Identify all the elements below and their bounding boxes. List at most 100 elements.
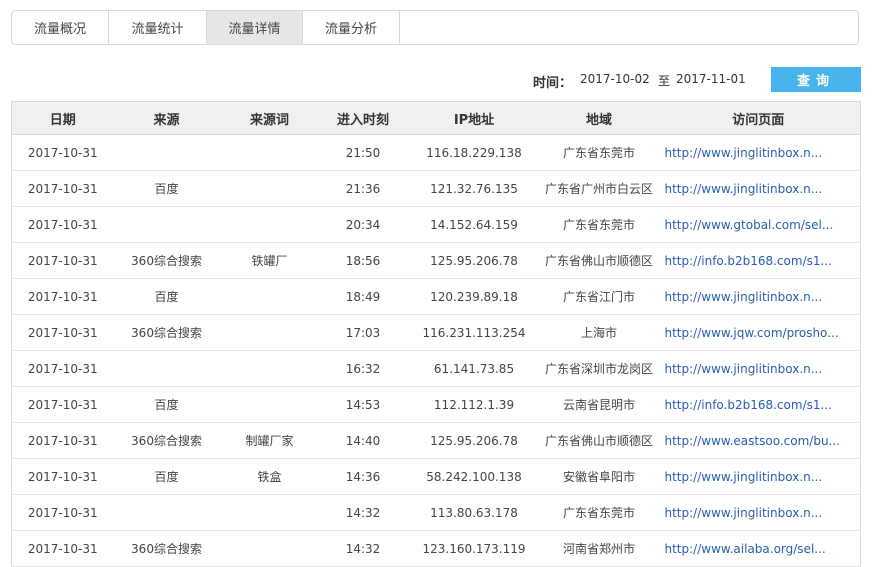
cell-ip: 61.141.73.85 xyxy=(406,350,542,387)
cell-source xyxy=(113,206,220,243)
cell-entry-time: 18:56 xyxy=(319,242,407,279)
cell-source: 360综合搜索 xyxy=(113,314,220,351)
cell-date: 2017-10-31 xyxy=(11,386,114,423)
cell-date: 2017-10-31 xyxy=(11,278,114,315)
cell-region: 广东省东莞市 xyxy=(541,494,657,531)
cell-ip: 112.112.1.39 xyxy=(406,386,542,423)
cell-region: 安徽省阜阳市 xyxy=(541,458,657,495)
column-header-region: 地域 xyxy=(541,101,657,135)
cell-ip: 14.152.64.159 xyxy=(406,206,542,243)
cell-source xyxy=(113,494,220,531)
cell-page-link[interactable]: http://www.jinglitinbox.n... xyxy=(656,170,861,207)
cell-page-link[interactable]: http://www.jinglitinbox.n... xyxy=(656,350,861,387)
query-button[interactable]: 查询 xyxy=(771,67,861,92)
cell-ip: 120.239.89.18 xyxy=(406,278,542,315)
end-date[interactable]: 2017-11-01 xyxy=(676,72,746,86)
traffic-detail-table: 日期 来源 来源词 进入时刻 IP地址 地域 访问页面 2017-10-31 21… xyxy=(11,101,861,567)
cell-keyword xyxy=(219,494,320,531)
cell-region: 广东省佛山市顺德区 xyxy=(541,422,657,459)
cell-entry-time: 17:03 xyxy=(319,314,407,351)
cell-region: 河南省郑州市 xyxy=(541,530,657,567)
cell-keyword xyxy=(219,134,320,171)
cell-date: 2017-10-31 xyxy=(11,530,114,567)
cell-keyword xyxy=(219,350,320,387)
tab-details[interactable]: 流量详情 xyxy=(207,11,303,44)
cell-source: 360综合搜索 xyxy=(113,422,220,459)
table-row: 2017-10-31 百度 18:49 120.239.89.18 广东省江门市 http… xyxy=(11,278,861,315)
tab-bar: 流量概况 流量统计 流量详情 流量分析 xyxy=(11,10,859,45)
table-row: 2017-10-31 21:50 116.18.229.138 广东省东莞市 http:… xyxy=(11,134,861,171)
cell-keyword: 铁罐厂 xyxy=(219,242,320,279)
cell-source xyxy=(113,350,220,387)
column-header-source: 来源 xyxy=(113,101,220,135)
cell-source xyxy=(113,134,220,171)
tab-analysis[interactable]: 流量分析 xyxy=(303,11,400,44)
table-row: 2017-10-31 360综合搜索 17:03 116.231.113.254 上海市… xyxy=(11,314,861,351)
table-row: 2017-10-31 16:32 61.141.73.85 广东省深圳市龙岗区 http… xyxy=(11,350,861,387)
cell-date: 2017-10-31 xyxy=(11,350,114,387)
cell-date: 2017-10-31 xyxy=(11,314,114,351)
cell-ip: 123.160.173.119 xyxy=(406,530,542,567)
cell-ip: 58.242.100.138 xyxy=(406,458,542,495)
cell-page-link[interactable]: http://www.jinglitinbox.n... xyxy=(656,278,861,315)
cell-entry-time: 20:34 xyxy=(319,206,407,243)
cell-ip: 125.95.206.78 xyxy=(406,422,542,459)
cell-source: 百度 xyxy=(113,170,220,207)
cell-page-link[interactable]: http://info.b2b168.com/s1... xyxy=(656,242,861,279)
cell-keyword: 制罐厂家 xyxy=(219,422,320,459)
table-row: 2017-10-31 百度 21:36 121.32.76.135 广东省广州市白云区 h… xyxy=(11,170,861,207)
column-header-page: 访问页面 xyxy=(656,101,861,135)
cell-date: 2017-10-31 xyxy=(11,206,114,243)
cell-page-link[interactable]: http://www.gtobal.com/sel... xyxy=(656,206,861,243)
cell-keyword: 铁盒 xyxy=(219,458,320,495)
cell-page-link[interactable]: http://www.jqw.com/prosho... xyxy=(656,314,861,351)
cell-region: 广东省东莞市 xyxy=(541,134,657,171)
cell-keyword xyxy=(219,314,320,351)
cell-date: 2017-10-31 xyxy=(11,494,114,531)
cell-ip: 116.231.113.254 xyxy=(406,314,542,351)
cell-keyword xyxy=(219,530,320,567)
cell-region: 上海市 xyxy=(541,314,657,351)
cell-region: 广东省深圳市龙岗区 xyxy=(541,350,657,387)
cell-source: 百度 xyxy=(113,458,220,495)
cell-ip: 116.18.229.138 xyxy=(406,134,542,171)
cell-source: 百度 xyxy=(113,278,220,315)
start-date[interactable]: 2017-10-02 xyxy=(580,72,650,86)
cell-entry-time: 18:49 xyxy=(319,278,407,315)
cell-page-link[interactable]: http://www.jinglitinbox.n... xyxy=(656,134,861,171)
cell-keyword xyxy=(219,278,320,315)
cell-date: 2017-10-31 xyxy=(11,458,114,495)
cell-ip: 125.95.206.78 xyxy=(406,242,542,279)
table-row: 2017-10-31 百度 铁盒 14:36 58.242.100.138 安徽省阜阳市 h… xyxy=(11,458,861,495)
date-separator: 至 xyxy=(658,74,671,88)
cell-page-link[interactable]: http://www.jinglitinbox.n... xyxy=(656,458,861,495)
cell-entry-time: 14:32 xyxy=(319,530,407,567)
cell-page-link[interactable]: http://www.eastsoo.com/bu... xyxy=(656,422,861,459)
cell-entry-time: 21:36 xyxy=(319,170,407,207)
cell-keyword xyxy=(219,386,320,423)
cell-page-link[interactable]: http://www.ailaba.org/sel... xyxy=(656,530,861,567)
cell-source: 百度 xyxy=(113,386,220,423)
cell-entry-time: 21:50 xyxy=(319,134,407,171)
cell-region: 广东省广州市白云区 xyxy=(541,170,657,207)
cell-keyword xyxy=(219,170,320,207)
table-body: 2017-10-31 21:50 116.18.229.138 广东省东莞市 http:… xyxy=(11,134,861,567)
cell-entry-time: 14:36 xyxy=(319,458,407,495)
cell-date: 2017-10-31 xyxy=(11,422,114,459)
cell-page-link[interactable]: http://www.jinglitinbox.n... xyxy=(656,494,861,531)
cell-page-link[interactable]: http://info.b2b168.com/s1... xyxy=(656,386,861,423)
cell-keyword xyxy=(219,206,320,243)
table-row: 2017-10-31 360综合搜索 14:32 123.160.173.119 河南省… xyxy=(11,530,861,567)
cell-source: 360综合搜索 xyxy=(113,242,220,279)
tab-overview[interactable]: 流量概况 xyxy=(12,11,109,44)
query-bar: 时间： 2017-10-02 至 2017-11-01 查询 xyxy=(0,67,873,93)
tab-statistics[interactable]: 流量统计 xyxy=(109,11,207,44)
column-header-date: 日期 xyxy=(11,101,114,135)
table-row: 2017-10-31 20:34 14.152.64.159 广东省东莞市 http:/… xyxy=(11,206,861,243)
table-row: 2017-10-31 14:32 113.80.63.178 广东省东莞市 http:/… xyxy=(11,494,861,531)
cell-date: 2017-10-31 xyxy=(11,134,114,171)
table-row: 2017-10-31 360综合搜索 铁罐厂 18:56 125.95.206.78 广东… xyxy=(11,242,861,279)
cell-entry-time: 14:32 xyxy=(319,494,407,531)
cell-entry-time: 14:40 xyxy=(319,422,407,459)
table-row: 2017-10-31 百度 14:53 112.112.1.39 云南省昆明市 http:… xyxy=(11,386,861,423)
